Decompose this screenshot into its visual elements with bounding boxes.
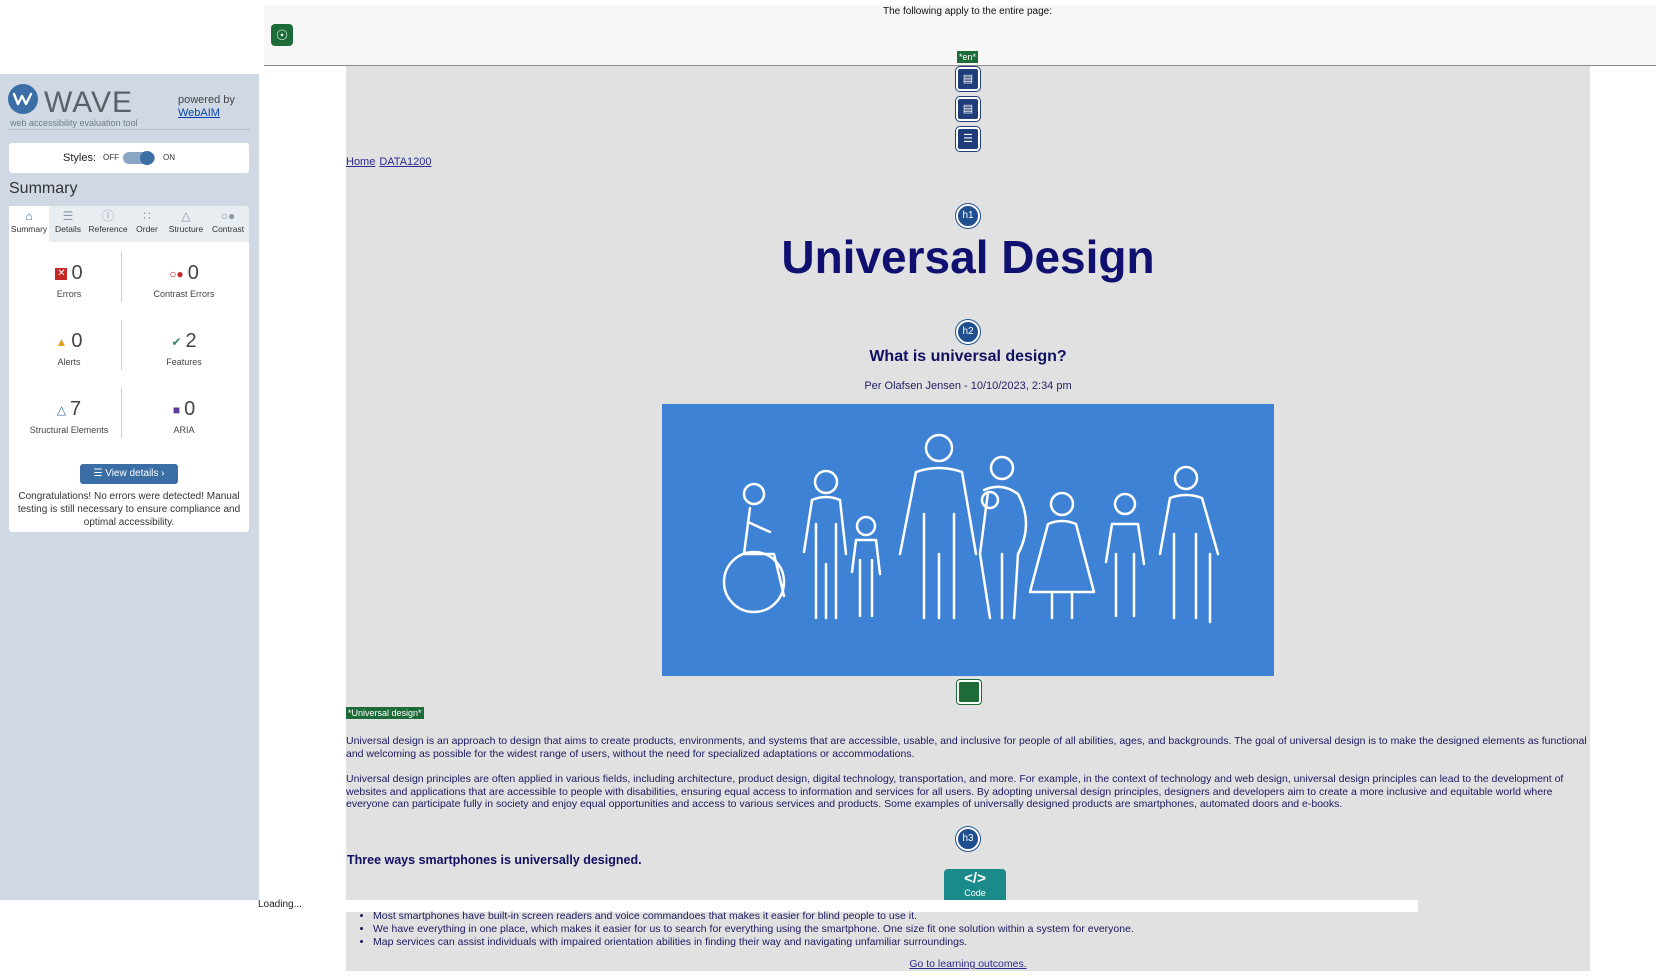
region-icon[interactable]: ▤ <box>956 97 980 121</box>
image-alt-icon[interactable] <box>957 680 981 704</box>
structural-label: Structural Elements <box>29 425 109 435</box>
paragraph-principles: Universal design principles are often ap… <box>346 773 1564 811</box>
aria-icon: ■ <box>172 402 181 417</box>
subtitle: What is universal design? <box>869 348 1067 365</box>
errors-label: Errors <box>56 289 82 299</box>
wave-sidebar: WAVE web accessibility evaluation tool p… <box>0 74 259 900</box>
byline: Per Olafsen Jensen - 10/10/2023, 2:34 pm <box>864 380 1072 392</box>
stat-contrast-errors[interactable]: ○● 0 Contrast Errors <box>124 262 244 299</box>
stat-alerts[interactable]: ▲ 0 Alerts <box>9 330 129 367</box>
stat-features[interactable]: ✔ 2 Features <box>124 330 244 367</box>
styles-label: Styles: <box>63 152 97 164</box>
powered-by-label: powered by <box>178 94 235 106</box>
wave-tabs: ⌂ Summary ☰ Details ⓘ Reference ∷ Order … <box>9 206 249 242</box>
list-icon: ☰ <box>62 209 74 223</box>
stat-aria[interactable]: ■ 0 ARIA <box>124 398 244 435</box>
tab-structure[interactable]: △ Structure <box>165 206 207 242</box>
structure-icon: △ <box>181 209 191 223</box>
loading-status: Loading... <box>258 899 302 910</box>
alerts-label: Alerts <box>57 357 81 367</box>
stat-structural[interactable]: △ 7 Structural Elements <box>9 398 129 435</box>
tab-contrast[interactable]: ○● Contrast <box>207 206 249 242</box>
breadcrumb-data1200[interactable]: DATA1200 <box>379 156 431 168</box>
features-label: Features <box>166 357 202 367</box>
powered-by: powered by WebAIM <box>178 94 235 120</box>
image-alt-tag: *Universal design* <box>346 707 424 719</box>
paragraph-intro: Universal design is an approach to desig… <box>346 735 1587 760</box>
wave-subtitle: web accessibility evaluation tool <box>10 118 138 128</box>
list-item: We have everything in one place, which m… <box>373 923 1134 936</box>
wave-logo-text: WAVE <box>44 86 134 119</box>
page-title: Universal Design <box>781 231 1155 283</box>
code-toggle-button[interactable]: </> Code <box>944 869 1006 903</box>
page-info-message: The following apply to the entire page: <box>883 6 1052 17</box>
tab-order[interactable]: ∷ Order <box>129 206 165 242</box>
tab-order-label: Order <box>136 224 158 234</box>
tab-summary-label: Summary <box>10 224 48 234</box>
tab-contrast-label: Contrast <box>211 224 245 234</box>
contrast-errors-label: Contrast Errors <box>153 289 215 299</box>
styles-toggle[interactable] <box>123 151 155 165</box>
tab-reference[interactable]: ⓘ Reference <box>87 206 129 242</box>
alert-icon: ▲ <box>55 334 68 349</box>
tab-reference-label: Reference <box>88 224 128 234</box>
order-icon: ∷ <box>143 209 151 223</box>
styles-off-label: OFF <box>103 153 119 162</box>
styles-on-label: ON <box>163 153 175 162</box>
structure-element-icon: △ <box>56 402 67 417</box>
webaim-link[interactable]: WebAIM <box>178 107 220 119</box>
tab-summary[interactable]: ⌂ Summary <box>9 206 49 242</box>
page-content: ▤ ▤ ☰ Home DATA1200 h1 Universal Design h… <box>346 66 1590 971</box>
error-icon: ✕ <box>55 267 68 280</box>
smartphone-list: Most smartphones have built-in screen re… <box>373 910 1134 949</box>
wave-logo-icon <box>8 84 38 114</box>
tab-details-label: Details <box>55 224 81 234</box>
tab-structure-label: Structure <box>168 224 204 234</box>
code-label: Code <box>964 888 986 898</box>
view-details-button[interactable]: ☰ View details › <box>80 464 178 484</box>
aria-label: ARIA <box>173 425 195 435</box>
styles-toggle-row: Styles: OFF ON <box>9 143 249 173</box>
list-item: Most smartphones have built-in screen re… <box>373 910 1134 923</box>
features-count: 2 <box>185 330 197 352</box>
alerts-count: 0 <box>71 330 83 352</box>
info-icon: ⓘ <box>101 209 114 223</box>
view-details-label: View details › <box>105 468 165 479</box>
language-globe-icon[interactable]: ☉ <box>271 24 293 46</box>
contrast-icon: ○● <box>220 209 236 223</box>
structural-count: 7 <box>70 398 82 420</box>
wave-header: WAVE web accessibility evaluation tool p… <box>8 84 250 130</box>
h2-badge-icon[interactable]: h2 <box>956 320 980 344</box>
home-icon: ⌂ <box>25 209 33 223</box>
feature-icon: ✔ <box>171 334 182 349</box>
universal-design-image <box>662 404 1274 676</box>
contrast-errors-count: 0 <box>187 262 199 284</box>
language-tag: *en* <box>957 51 979 63</box>
summary-panel: ✕ 0 Errors ○● 0 Contrast Errors ▲ 0 Alerts … <box>9 242 249 532</box>
browser-page: WAVE web accessibility evaluation tool p… <box>0 0 1656 980</box>
aria-count: 0 <box>184 398 196 420</box>
contrast-error-icon: ○● <box>169 266 184 281</box>
congrats-message: Congratulations! No errors were detected… <box>17 491 241 528</box>
breadcrumb-home[interactable]: Home <box>346 156 375 168</box>
stat-errors[interactable]: ✕ 0 Errors <box>9 262 129 299</box>
breadcrumb: Home DATA1200 <box>346 156 436 168</box>
errors-count: 0 <box>71 262 83 284</box>
code-icon: </> <box>964 870 986 887</box>
goto-learning-outcomes-link[interactable]: Go to learning outcomes. <box>346 958 1590 970</box>
tab-details[interactable]: ☰ Details <box>49 206 87 242</box>
list-icon: ☰ <box>93 468 103 479</box>
h3-badge-icon[interactable]: h3 <box>956 827 980 851</box>
navigation-icon[interactable]: ☰ <box>956 127 980 151</box>
section-heading: Three ways smartphones is universally de… <box>347 853 642 867</box>
h1-badge-icon[interactable]: h1 <box>956 204 980 228</box>
summary-title: Summary <box>9 180 78 197</box>
region-icon[interactable]: ▤ <box>956 67 980 91</box>
list-item: Map services can assist individuals with… <box>373 936 1134 949</box>
